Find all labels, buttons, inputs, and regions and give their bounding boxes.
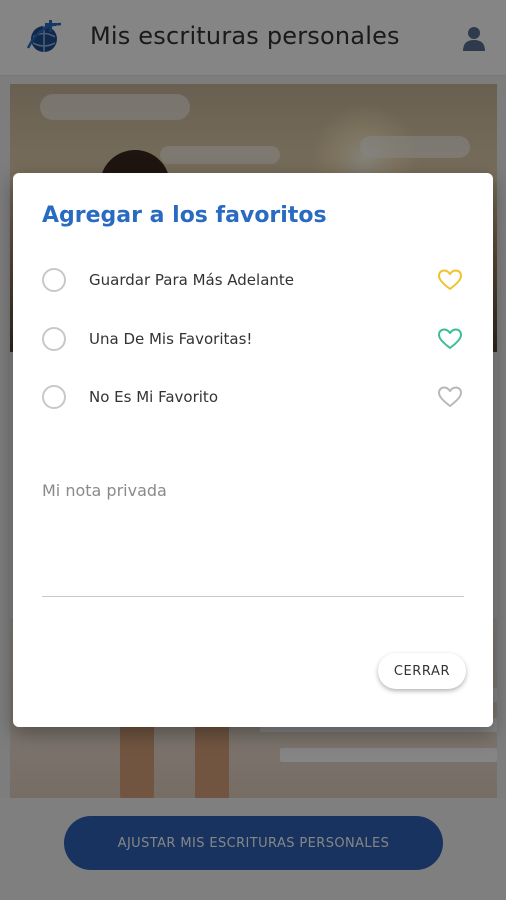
favorite-option[interactable]: Una De Mis Favoritas! [13, 315, 493, 365]
favorite-option[interactable]: Guardar Para Más Adelante [13, 256, 493, 306]
radio-button[interactable] [42, 385, 66, 409]
heart-icon [438, 269, 462, 290]
favorites-dialog: Agregar a los favoritos Guardar Para Más… [13, 173, 493, 727]
option-label: Una De Mis Favoritas! [89, 330, 253, 348]
note-underline [42, 596, 464, 597]
heart-icon [438, 328, 462, 349]
radio-button[interactable] [42, 327, 66, 351]
heart-icon [438, 386, 462, 407]
option-label: No Es Mi Favorito [89, 388, 218, 406]
radio-button[interactable] [42, 268, 66, 292]
dialog-title: Agregar a los favoritos [42, 203, 327, 228]
option-label: Guardar Para Más Adelante [89, 271, 295, 289]
favorite-option[interactable]: No Es Mi Favorito [13, 373, 493, 423]
private-note-input[interactable]: Mi nota privada [42, 481, 167, 500]
close-button[interactable]: CERRAR [378, 653, 466, 689]
